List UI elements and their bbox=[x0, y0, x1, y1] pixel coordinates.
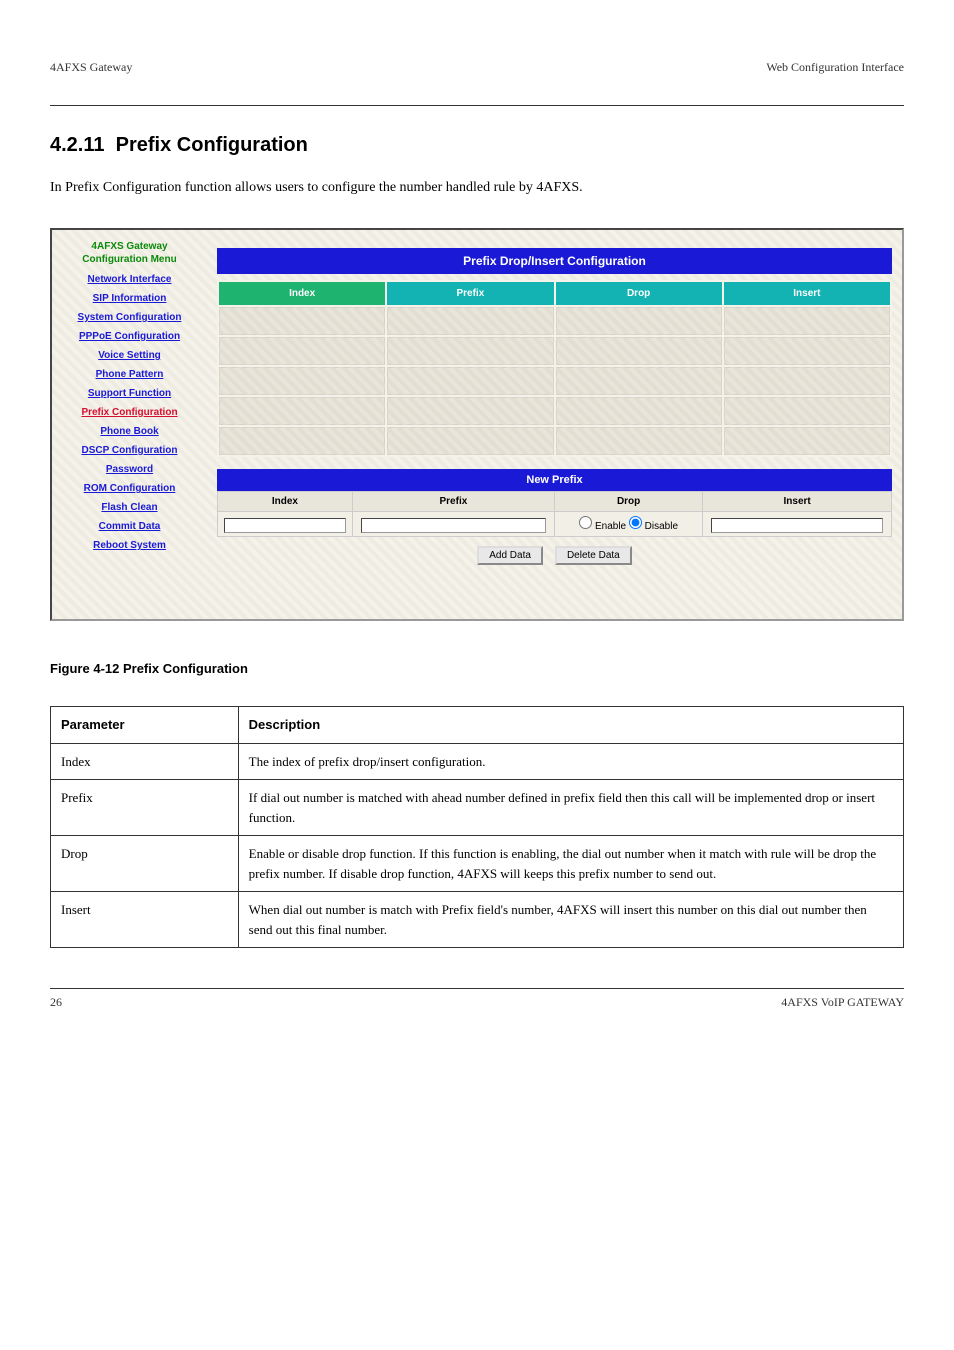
param-header-desc: Description bbox=[238, 707, 903, 744]
sidebar-item-commit-data[interactable]: Commit Data bbox=[57, 521, 202, 532]
intro-text: In Prefix Configuration function allows … bbox=[50, 177, 904, 198]
sidebar-item-flash-clean[interactable]: Flash Clean bbox=[57, 502, 202, 513]
table-row: Drop Enable or disable drop function. If… bbox=[51, 836, 904, 892]
table-row: Prefix If dial out number is matched wit… bbox=[51, 780, 904, 836]
sidebar-item-phone-pattern[interactable]: Phone Pattern bbox=[57, 369, 202, 380]
form-col-index: Index bbox=[218, 492, 353, 512]
col-drop: Drop bbox=[556, 282, 722, 305]
sidebar-item-dscp-configuration[interactable]: DSCP Configuration bbox=[57, 445, 202, 456]
sidebar-item-network-interface[interactable]: Network Interface bbox=[57, 274, 202, 285]
title-bar: Prefix Drop/Insert Configuration bbox=[217, 248, 892, 274]
drop-enable-radio[interactable] bbox=[579, 516, 592, 529]
header-left: 4AFXS Gateway bbox=[50, 60, 132, 75]
footer-right: 4AFXS VoIP GATEWAY bbox=[781, 995, 904, 1010]
header-rule bbox=[50, 105, 904, 106]
index-input[interactable] bbox=[224, 518, 345, 533]
add-data-button[interactable]: Add Data bbox=[477, 546, 543, 565]
sidebar-item-reboot-system[interactable]: Reboot System bbox=[57, 540, 202, 551]
sidebar-item-rom-configuration[interactable]: ROM Configuration bbox=[57, 483, 202, 494]
content-area: Prefix Drop/Insert Configuration Index P… bbox=[207, 230, 902, 619]
new-prefix-form: Index Prefix Drop Insert Enable Disable bbox=[217, 491, 892, 537]
sidebar-item-phone-book[interactable]: Phone Book bbox=[57, 426, 202, 437]
delete-data-button[interactable]: Delete Data bbox=[555, 546, 632, 565]
form-col-insert: Insert bbox=[703, 492, 892, 512]
page-number: 26 bbox=[50, 995, 62, 1010]
parameter-table: Parameter Description Index The index of… bbox=[50, 706, 904, 948]
header-right: Web Configuration Interface bbox=[766, 60, 904, 75]
drop-disable-radio[interactable] bbox=[629, 516, 642, 529]
sidebar: 4AFXS Gateway Configuration Menu Network… bbox=[52, 230, 207, 619]
sidebar-item-password[interactable]: Password bbox=[57, 464, 202, 475]
form-col-drop: Drop bbox=[554, 492, 702, 512]
new-prefix-bar: New Prefix bbox=[217, 469, 892, 491]
sidebar-item-sip-information[interactable]: SIP Information bbox=[57, 293, 202, 304]
form-col-prefix: Prefix bbox=[352, 492, 554, 512]
prefix-grid: Index Prefix Drop Insert bbox=[217, 280, 892, 457]
config-screenshot: 4AFXS Gateway Configuration Menu Network… bbox=[50, 228, 904, 621]
prefix-input[interactable] bbox=[361, 518, 546, 533]
col-insert: Insert bbox=[724, 282, 890, 305]
figure-caption: Figure 4-12 Prefix Configuration bbox=[50, 661, 904, 676]
drop-disable-label: Disable bbox=[645, 521, 678, 532]
sidebar-item-support-function[interactable]: Support Function bbox=[57, 388, 202, 399]
col-index: Index bbox=[219, 282, 385, 305]
section-heading: 4.2.11 Prefix Configuration bbox=[50, 134, 904, 157]
sidebar-item-prefix-configuration[interactable]: Prefix Configuration bbox=[57, 407, 202, 418]
param-header-name: Parameter bbox=[51, 707, 239, 744]
col-prefix: Prefix bbox=[387, 282, 553, 305]
sidebar-item-system-configuration[interactable]: System Configuration bbox=[57, 312, 202, 323]
insert-input[interactable] bbox=[711, 518, 884, 533]
footer-rule bbox=[50, 988, 904, 989]
drop-enable-label: Enable bbox=[595, 521, 626, 532]
sidebar-item-voice-setting[interactable]: Voice Setting bbox=[57, 350, 202, 361]
sidebar-item-pppoe-configuration[interactable]: PPPoE Configuration bbox=[57, 331, 202, 342]
table-row: Index The index of prefix drop/insert co… bbox=[51, 743, 904, 780]
sidebar-title: 4AFXS Gateway Configuration Menu bbox=[57, 240, 202, 266]
table-row: Insert When dial out number is match wit… bbox=[51, 892, 904, 948]
